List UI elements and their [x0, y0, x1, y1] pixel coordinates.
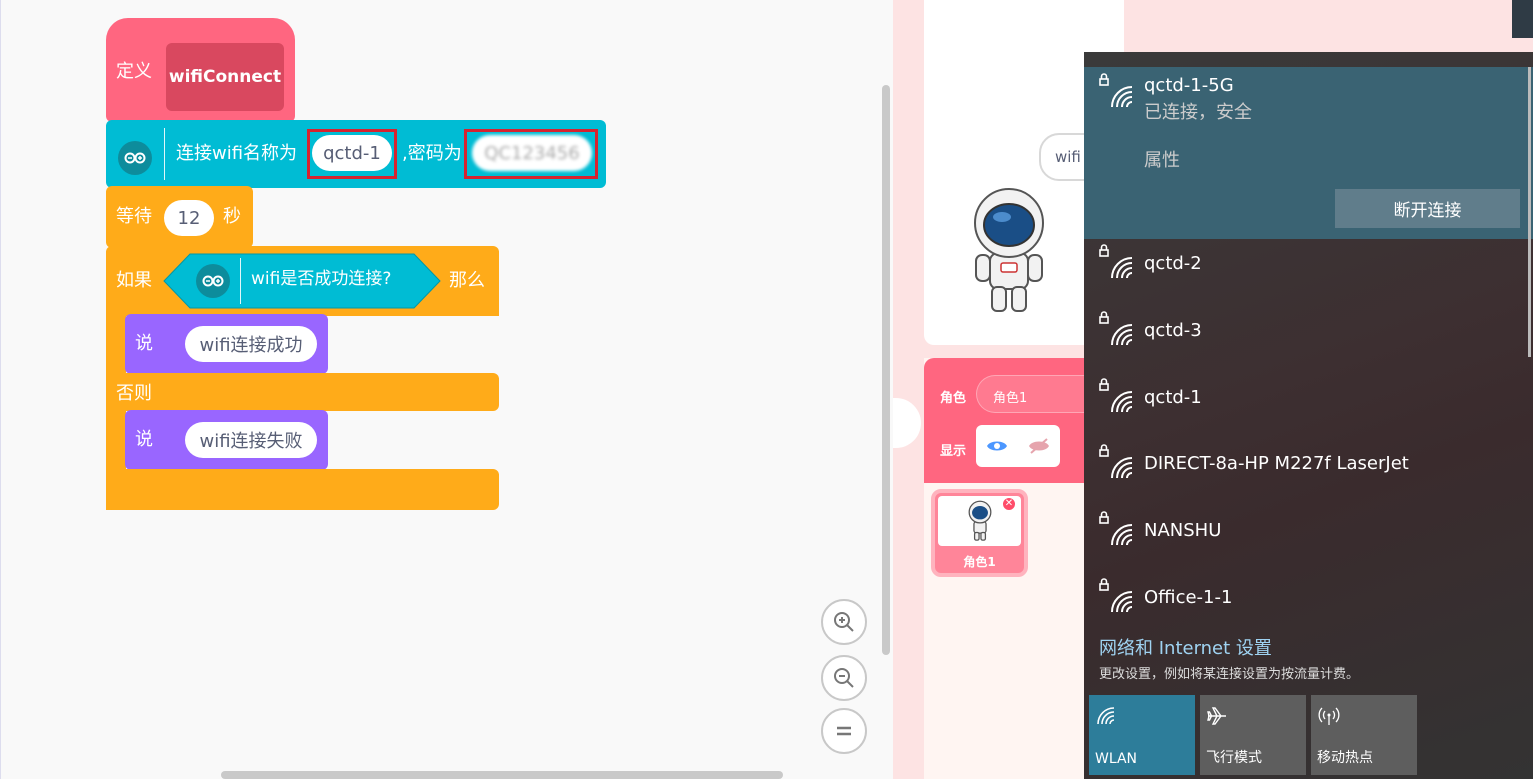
network-settings-link[interactable]: 网络和 Internet 设置 — [1099, 634, 1272, 660]
eye-off-icon — [1029, 438, 1049, 454]
show-toggle-hidden[interactable] — [1018, 425, 1060, 467]
connected-status: 已连接，安全 — [1144, 102, 1252, 123]
delete-sprite-button[interactable]: ✕ — [1001, 496, 1017, 512]
show-toggle-visible[interactable] — [976, 425, 1018, 467]
ssid-input[interactable]: qctd-1 — [312, 135, 392, 171]
network-name: qctd-3 — [1144, 320, 1202, 341]
wait-input[interactable]: 12 — [164, 200, 214, 236]
arduino-icon — [118, 141, 152, 175]
speech-bubble-text: wifi — [1055, 148, 1081, 166]
define-label: 定义 — [116, 61, 152, 82]
role-name-value: 角色1 — [993, 391, 1028, 406]
wait-label: 等待 — [116, 206, 152, 227]
workspace-vertical-scrollbar[interactable] — [882, 85, 890, 655]
zoom-in-icon — [834, 612, 854, 632]
network-name: qctd-2 — [1144, 253, 1202, 274]
wifi-secured-icon — [1099, 73, 1133, 108]
taskbar-edge — [1512, 0, 1533, 38]
tile-hotspot-label: 移动热点 — [1317, 750, 1373, 766]
then-label: 那么 — [449, 270, 485, 291]
wifi-secured-icon — [1099, 311, 1133, 346]
wifi-secured-icon — [1099, 244, 1133, 279]
show-label: 显示 — [940, 444, 967, 459]
block-divider — [164, 128, 165, 180]
else-bar: 否则 — [106, 373, 499, 411]
network-item[interactable]: Office-1-1 — [1084, 566, 1533, 632]
wifi-secured-icon — [1099, 378, 1133, 413]
disconnect-button[interactable]: 断开连接 — [1335, 189, 1520, 228]
wifi-flyout: qctd-1-5G 已连接，安全 属性 断开连接 网络和 Internet 设置… — [1084, 52, 1533, 779]
role-label: 角色 — [940, 391, 967, 406]
sprite-thumbnail[interactable]: ✕ 角色1 — [931, 489, 1028, 577]
wifi-secured-icon — [1099, 578, 1133, 613]
if-else-footer — [106, 469, 499, 510]
wifi-secured-icon — [1099, 511, 1133, 546]
wifi-icon — [1097, 707, 1115, 725]
eye-icon — [987, 441, 1007, 451]
connect-wifi-block[interactable]: 连接wifi名称为 qctd-1 ,密码为 QC123456 — [106, 120, 606, 188]
close-icon: ✕ — [1004, 498, 1014, 509]
password-input[interactable]: QC123456 — [472, 135, 592, 171]
say-success-input[interactable]: wifi连接成功 — [185, 326, 317, 362]
connected-ssid: qctd-1-5G — [1144, 75, 1234, 96]
sprite-thumbnail-name: 角色1 — [963, 555, 996, 569]
say-fail-label: 说 — [135, 429, 153, 450]
define-name-slot[interactable]: wifiConnect — [166, 43, 284, 111]
workspace-horizontal-scrollbar[interactable] — [221, 771, 783, 779]
network-name: qctd-1 — [1144, 387, 1202, 408]
condition-divider — [240, 258, 241, 304]
wifi-secured-icon — [1099, 444, 1133, 479]
network-item[interactable]: qctd-2 — [1084, 232, 1533, 298]
equals-icon — [837, 726, 851, 736]
tile-wlan[interactable]: WLAN — [1089, 695, 1195, 775]
tile-airplane-label: 飞行模式 — [1206, 750, 1262, 766]
condition-arduino-icon — [196, 264, 230, 298]
hotspot-icon — [1318, 707, 1340, 725]
network-settings-desc: 更改设置，例如将某连接设置为按流量计费。 — [1099, 667, 1360, 682]
say-fail-input[interactable]: wifi连接失败 — [185, 422, 317, 458]
password-label: ,密码为 — [402, 143, 462, 164]
tile-wlan-label: WLAN — [1095, 751, 1138, 767]
tile-mobile-hotspot[interactable]: 移动热点 — [1311, 695, 1417, 775]
wait-unit: 秒 — [223, 206, 241, 227]
say-success-label: 说 — [135, 333, 153, 354]
astronaut-sprite[interactable] — [968, 185, 1050, 317]
connect-label: 连接wifi名称为 — [176, 143, 298, 164]
say-success-block[interactable]: 说 wifi连接成功 — [125, 314, 328, 374]
define-block[interactable]: 定义 wifiConnect — [106, 18, 295, 122]
define-name: wifiConnect — [168, 66, 282, 87]
network-name: NANSHU — [1144, 520, 1222, 541]
condition-label: wifi是否成功连接? — [251, 269, 392, 289]
wait-block[interactable]: 等待 12 秒 — [106, 186, 253, 248]
astronaut-thumb-icon — [968, 500, 991, 541]
network-item[interactable]: qctd-1 — [1084, 366, 1533, 432]
network-item[interactable]: qctd-3 — [1084, 299, 1533, 365]
zoom-reset-button[interactable] — [821, 708, 867, 754]
connected-network[interactable]: qctd-1-5G 已连接，安全 属性 断开连接 — [1084, 67, 1533, 239]
disconnect-label: 断开连接 — [1393, 201, 1462, 221]
network-item[interactable]: DIRECT-8a-HP M227f LaserJet — [1084, 432, 1533, 498]
zoom-out-button[interactable] — [821, 655, 867, 701]
properties-link[interactable]: 属性 — [1144, 146, 1180, 172]
say-fail-block[interactable]: 说 wifi连接失败 — [125, 410, 328, 470]
code-workspace[interactable]: 定义 wifiConnect 连接wifi名称为 qctd-1 ,密码为 QC1… — [0, 0, 893, 779]
network-item[interactable]: NANSHU — [1084, 499, 1533, 565]
tile-airplane-mode[interactable]: 飞行模式 — [1200, 695, 1306, 775]
network-name: Office-1-1 — [1144, 587, 1233, 608]
else-label: 否则 — [116, 383, 152, 404]
zoom-out-icon — [834, 668, 854, 688]
if-label: 如果 — [116, 270, 152, 291]
airplane-icon — [1207, 707, 1226, 725]
network-name: DIRECT-8a-HP M227f LaserJet — [1144, 453, 1409, 474]
zoom-in-button[interactable] — [821, 599, 867, 645]
if-else-block[interactable]: 如果 wifi是否成功连接? 那么 — [106, 246, 499, 316]
